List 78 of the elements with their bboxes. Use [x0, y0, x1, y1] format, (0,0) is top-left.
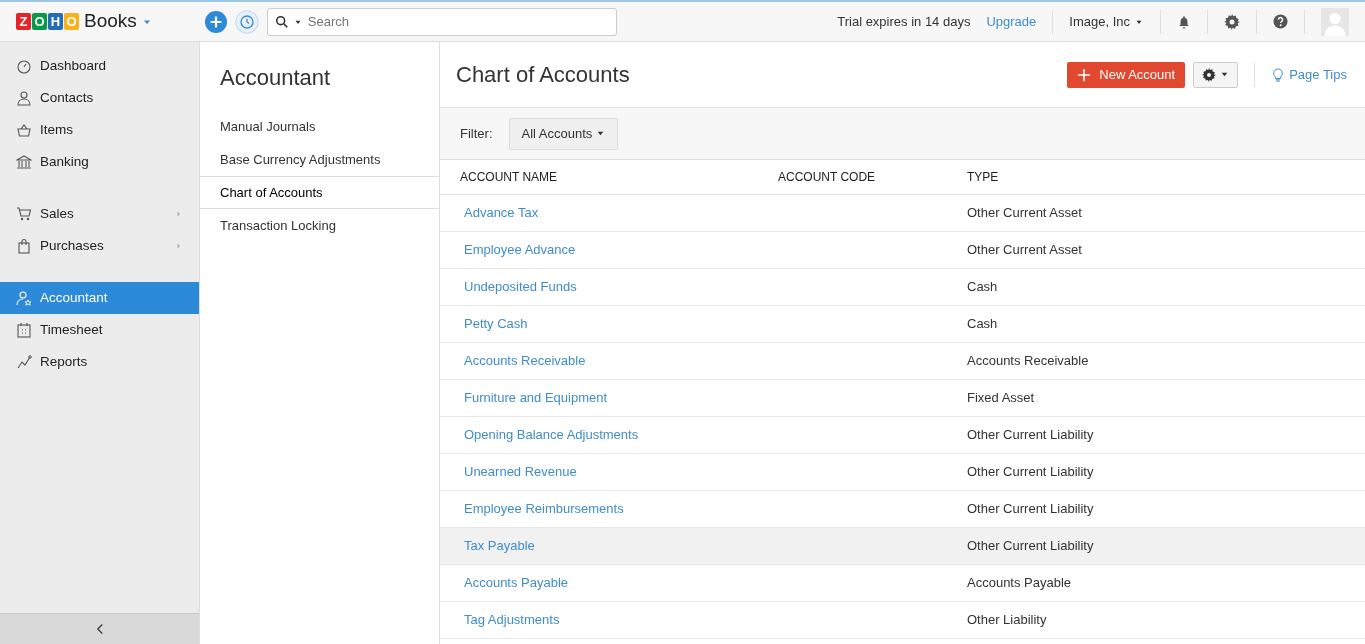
table-cell-text: Accounts Receivable [967, 352, 1089, 371]
plus-icon [1077, 67, 1092, 82]
lightbulb-icon [1271, 66, 1286, 83]
table-cell-text: Accounts Payable [967, 574, 1072, 593]
calendar-icon [16, 322, 32, 338]
account-name-link[interactable]: Unearned Revenue [464, 464, 577, 480]
cart-icon [16, 206, 32, 222]
table-cell-text: Other Current Liability [967, 463, 1094, 482]
logo-letter: O [64, 13, 79, 30]
column-header: ACCOUNT CODE [778, 169, 877, 186]
line-graph-icon [16, 354, 32, 370]
dashboard-icon [16, 58, 32, 74]
organization-name[interactable]: Image, Inc [1069, 11, 1130, 32]
account-name-link[interactable]: Tax Payable [464, 538, 535, 554]
filter-label: Filter: [460, 124, 493, 143]
account-name-link[interactable]: Furniture and Equipment [464, 390, 608, 406]
table-cell-text: Other Current Asset [967, 204, 1082, 223]
table-cell-text: Other Current Asset [967, 241, 1082, 260]
table-cell-text: Fixed Asset [967, 389, 1035, 408]
column-header: TYPE [967, 169, 999, 186]
column-header: ACCOUNT NAME [459, 169, 559, 186]
submenu-item[interactable]: Base Currency Adjustments [200, 143, 439, 176]
search-field[interactable]: Search [266, 7, 617, 36]
person-icon [16, 90, 32, 106]
basket-icon [16, 122, 32, 138]
gear-icon [1202, 67, 1217, 82]
sidebar-item[interactable]: Reports [0, 346, 199, 378]
filter-dropdown[interactable]: All Accounts [508, 117, 619, 150]
sidebar-item[interactable]: Dashboard [0, 50, 199, 82]
new-account-button[interactable]: New Account [1067, 61, 1186, 88]
app-name: Books [84, 9, 137, 34]
account-name-link[interactable]: Employee Advance [464, 242, 576, 258]
table-cell-text: Other Current Liability [967, 426, 1094, 445]
account-name-link[interactable]: Advance Tax [464, 205, 539, 221]
panel-title: Accountant [219, 64, 332, 92]
submenu-item[interactable]: Transaction Locking [200, 209, 439, 242]
table-cell-text: Other Current Liability [967, 500, 1094, 519]
page-title: Chart of Accounts [456, 61, 630, 89]
chevron-right-icon [175, 242, 183, 250]
table-cell-text: Other Current Liability [967, 537, 1094, 556]
caret-icon [596, 129, 606, 138]
account-name-link[interactable]: Employee Reimbursements [464, 501, 624, 517]
upgrade-link[interactable]: Upgrade [986, 11, 1037, 32]
account-name-link[interactable]: Accounts Receivable [464, 353, 586, 369]
sidebar-item[interactable]: Items [0, 114, 199, 146]
table-cell-text: Cash [967, 278, 998, 297]
account-name-link[interactable]: Tag Adjustments [464, 612, 560, 628]
clock-icon[interactable] [234, 9, 259, 34]
chevron-right-icon [175, 210, 183, 218]
help-icon[interactable] [1273, 14, 1288, 29]
settings-dropdown-button[interactable] [1193, 61, 1239, 88]
account-name-link[interactable]: Undeposited Funds [464, 279, 577, 295]
table-cell-text: Cash [967, 315, 998, 334]
logo-letter: Z [16, 13, 31, 30]
person-star-icon [16, 290, 32, 306]
sidebar-item[interactable]: Purchases [0, 230, 199, 262]
trial-text: Trial expires in 14 days [837, 12, 971, 31]
submenu-item[interactable]: Manual Journals [200, 110, 439, 143]
page-tips-link[interactable]: Page Tips [1271, 64, 1347, 85]
search-icon[interactable] [274, 14, 289, 29]
sidebar-item[interactable]: Banking [0, 146, 199, 178]
sidebar-item[interactable]: Contacts [0, 82, 199, 114]
table-cell-text: Other Liability [967, 611, 1047, 630]
account-name-link[interactable]: Accounts Payable [464, 575, 569, 591]
account-name-link[interactable]: Opening Balance Adjustments [464, 427, 639, 443]
bag-icon [16, 238, 32, 254]
bell-icon[interactable] [1177, 14, 1191, 29]
submenu-item[interactable]: Chart of Accounts [200, 176, 439, 209]
logo-letter: H [48, 13, 63, 30]
sidebar-item[interactable]: Sales [0, 198, 199, 230]
bank-icon [16, 154, 32, 170]
account-name-link[interactable]: Petty Cash [464, 316, 528, 332]
sidebar-item[interactable]: Accountant [0, 282, 199, 314]
settings-icon[interactable] [1224, 13, 1240, 30]
add-icon[interactable] [204, 10, 227, 33]
logo-letter: O [32, 13, 47, 30]
sidebar-item[interactable]: Timesheet [0, 314, 199, 346]
caret-icon [1220, 70, 1230, 79]
